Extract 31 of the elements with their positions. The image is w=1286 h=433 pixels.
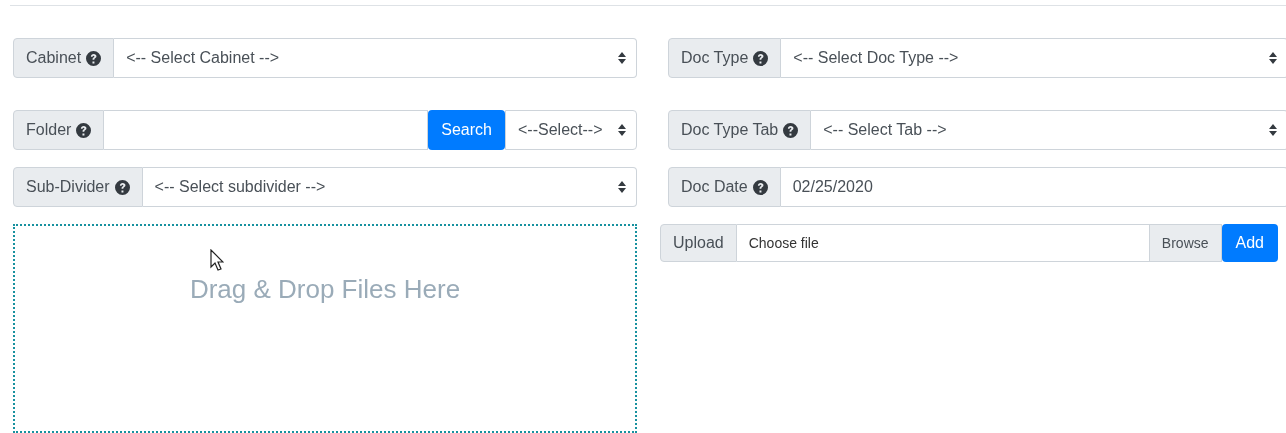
file-field[interactable]: Choose file bbox=[736, 224, 1150, 262]
field-label: Doc Type Tab bbox=[681, 121, 779, 139]
caret-icon bbox=[1269, 124, 1277, 136]
field-label: Sub-Divider bbox=[26, 178, 110, 196]
date-field[interactable]: 02/25/2020 bbox=[780, 167, 1286, 207]
select-field[interactable]: <-- Select subdivider --> bbox=[142, 167, 637, 207]
help-icon bbox=[114, 179, 130, 195]
select-field[interactable]: <--Select--> bbox=[505, 110, 637, 150]
browse-button[interactable]: Browse bbox=[1148, 224, 1222, 262]
mouse-pointer-icon bbox=[210, 249, 224, 271]
select-field[interactable]: <-- Select Doc Type --> bbox=[781, 38, 1286, 78]
select-field[interactable]: <-- Select Cabinet --> bbox=[114, 38, 637, 78]
help-icon bbox=[753, 50, 769, 66]
help-icon bbox=[76, 122, 92, 138]
add-button[interactable]: Add bbox=[1221, 224, 1278, 262]
drop-zone-text: Drag & Drop Files Here bbox=[189, 274, 461, 306]
field-label: Cabinet bbox=[26, 49, 82, 67]
help-icon bbox=[783, 122, 799, 138]
caret-icon bbox=[618, 52, 626, 64]
caret-icon bbox=[1269, 52, 1277, 64]
field-label: Doc Date bbox=[681, 178, 748, 196]
upload-label: Upload bbox=[660, 224, 737, 262]
search-button[interactable]: Search bbox=[428, 110, 505, 150]
field-label: Folder bbox=[26, 121, 72, 139]
field-label: Doc Type bbox=[681, 49, 749, 67]
caret-icon bbox=[618, 181, 626, 193]
caret-icon bbox=[618, 124, 626, 136]
select-field[interactable]: <-- Select Tab --> bbox=[811, 110, 1286, 150]
input-field[interactable] bbox=[104, 110, 429, 150]
help-icon bbox=[86, 50, 102, 66]
help-icon bbox=[752, 179, 768, 195]
